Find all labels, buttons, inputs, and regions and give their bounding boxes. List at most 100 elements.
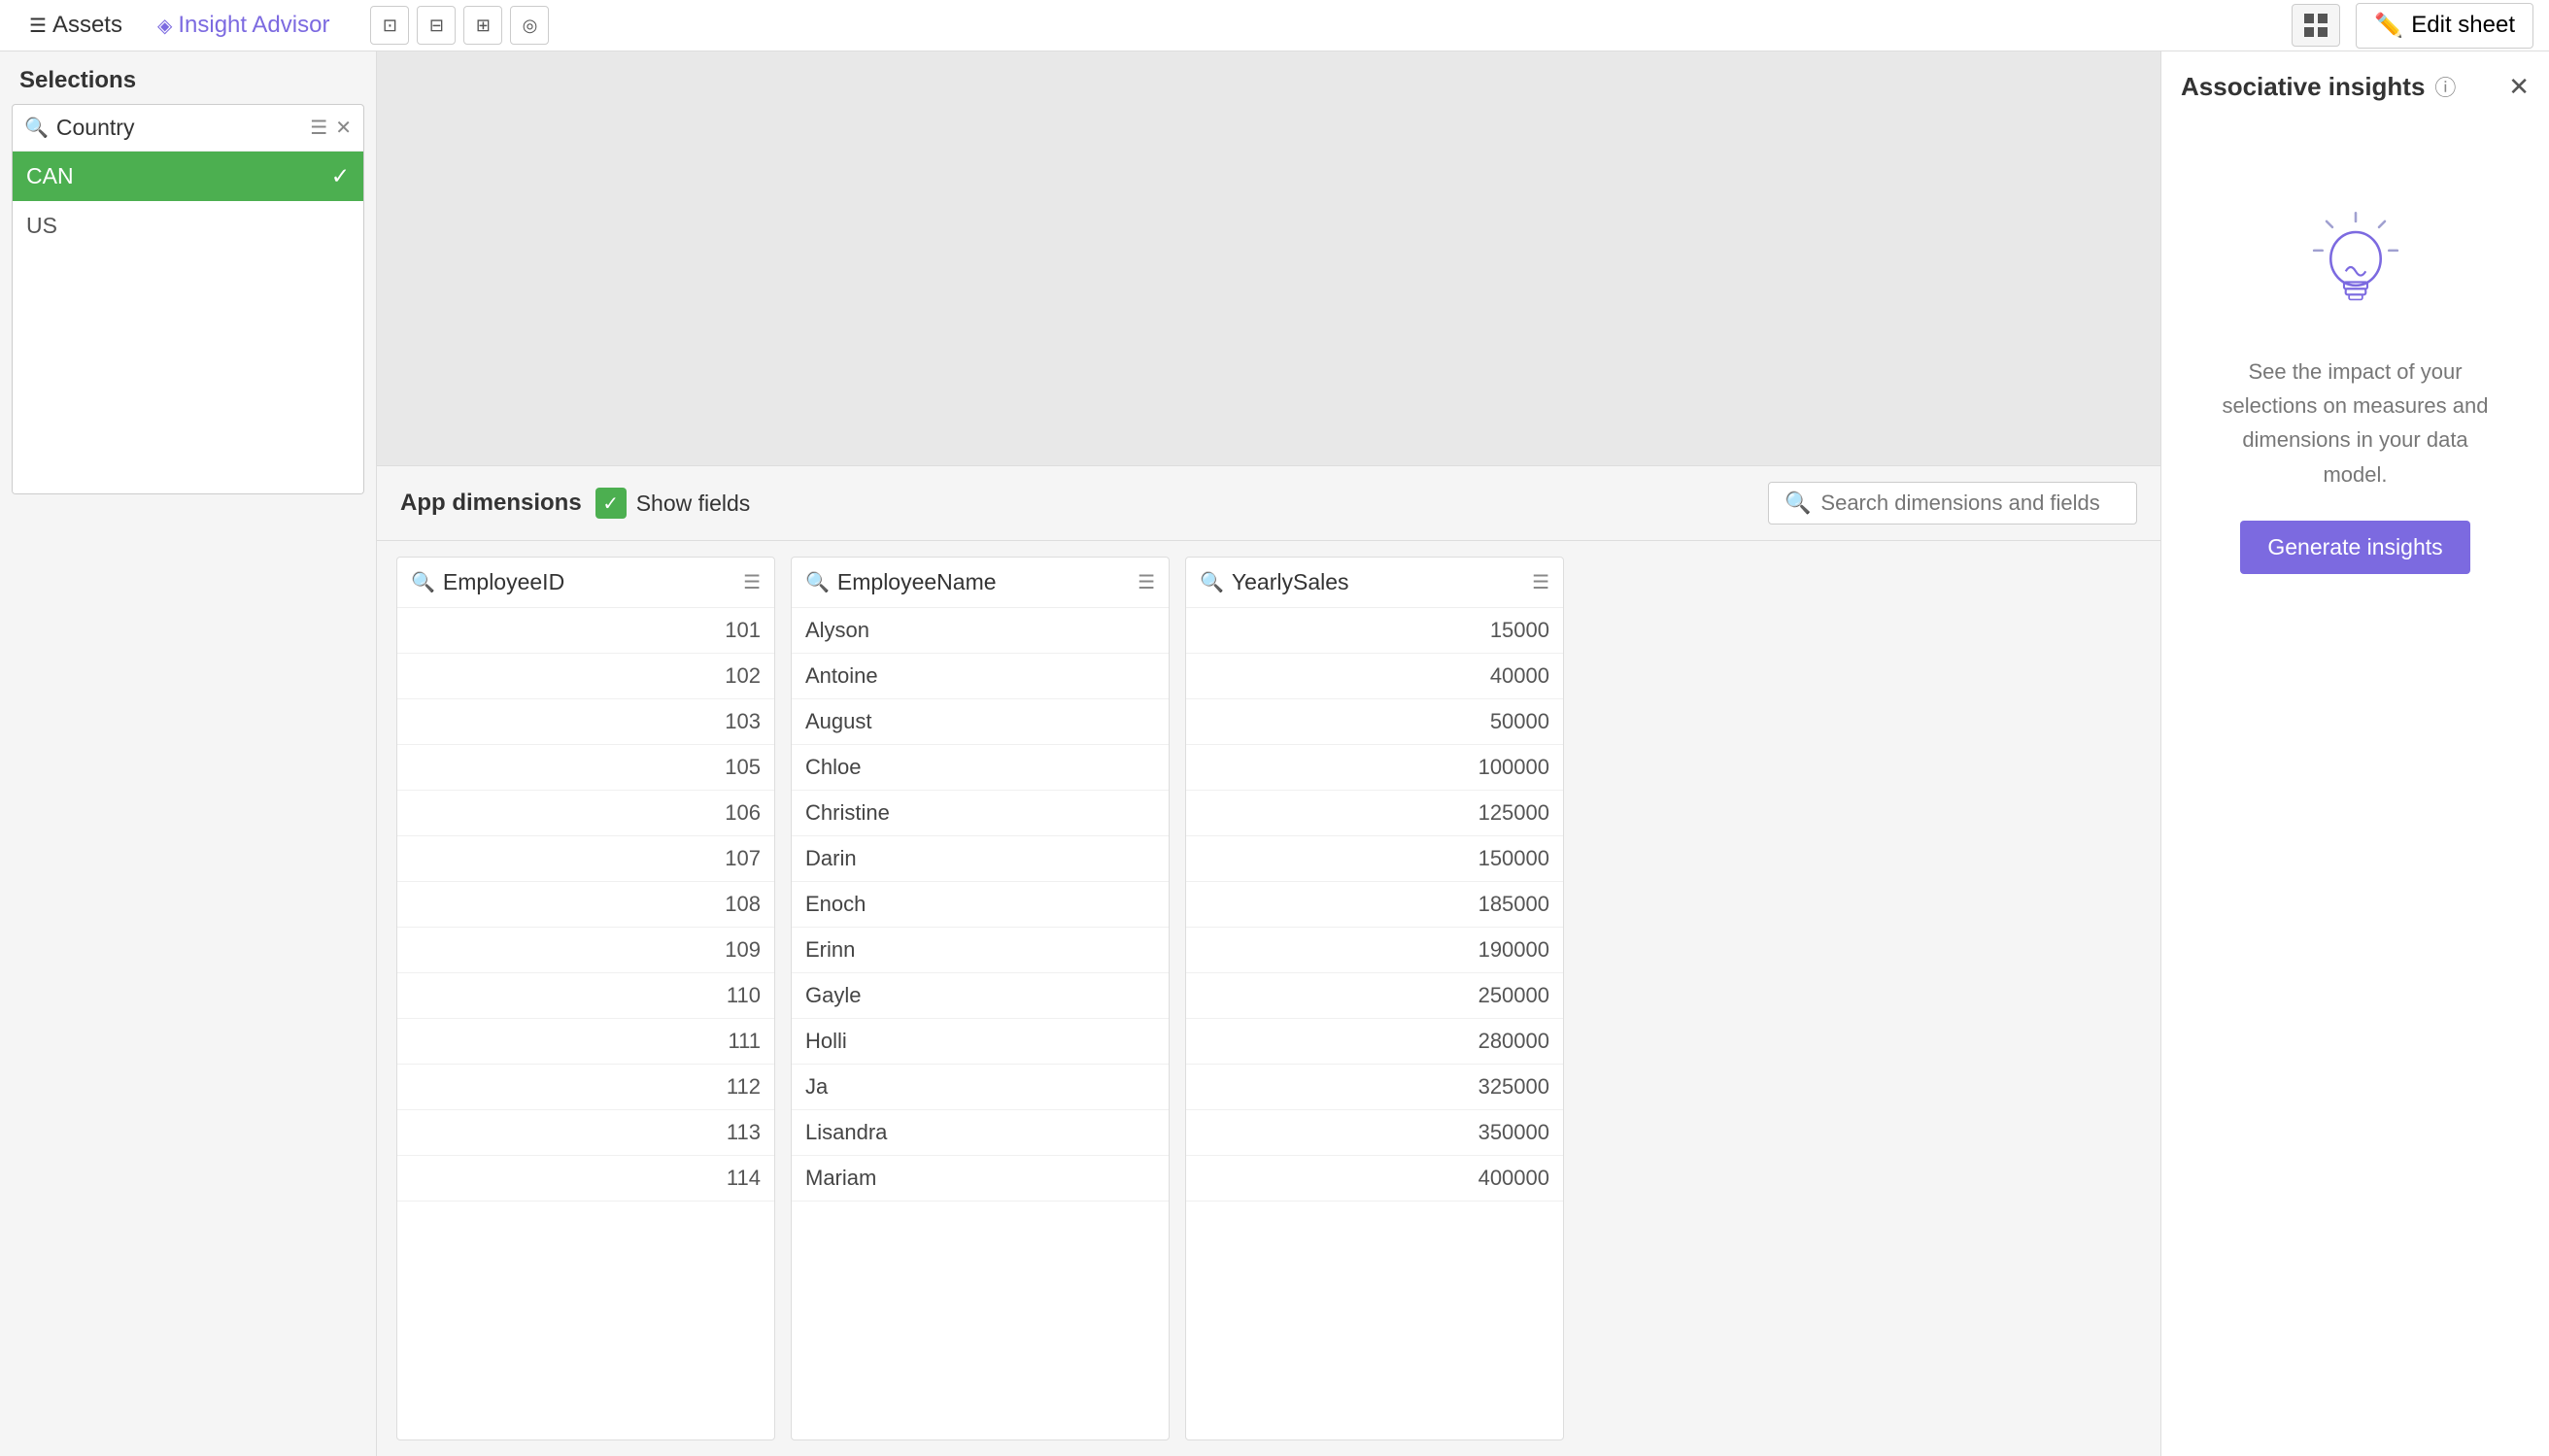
employee-name-header: 🔍 EmployeeName ☰ xyxy=(792,558,1169,608)
edit-sheet-button[interactable]: ✏️ Edit sheet xyxy=(2356,3,2533,49)
dimensions-area: App dimensions ✓ Show fields 🔍 🔍 Employe… xyxy=(377,465,2160,1456)
list-item[interactable]: Lisandra xyxy=(792,1110,1169,1156)
filter-close-icon[interactable]: ✕ xyxy=(335,116,352,140)
right-panel-body: See the impact of your selections on mea… xyxy=(2181,131,2530,574)
insight-advisor-icon: ◈ xyxy=(157,14,172,38)
list-item[interactable]: 190000 xyxy=(1186,928,1563,973)
filter-item-us[interactable]: US xyxy=(13,201,363,251)
generate-insights-button[interactable]: Generate insights xyxy=(2240,521,2469,574)
list-item[interactable]: Enoch xyxy=(792,882,1169,928)
list-item[interactable]: 350000 xyxy=(1186,1110,1563,1156)
employee-id-search-icon: 🔍 xyxy=(411,570,435,594)
filter-search-icon: 🔍 xyxy=(24,116,49,140)
list-item[interactable]: 400000 xyxy=(1186,1156,1563,1202)
right-panel: Associative insights ⓘ ✕ xyxy=(2160,51,2549,1456)
topbar-left: ☰ Assets ◈ Insight Advisor ⊡ ⊟ ⊞ ◎ xyxy=(16,6,549,45)
search-dims-icon: 🔍 xyxy=(1784,491,1811,516)
tab-insight-advisor[interactable]: ◈ Insight Advisor xyxy=(144,6,343,45)
right-panel-header: Associative insights ⓘ ✕ xyxy=(2181,71,2530,102)
list-item[interactable]: 50000 xyxy=(1186,699,1563,745)
right-panel-title-row: Associative insights ⓘ xyxy=(2181,71,2456,102)
filter-list-icon[interactable]: ☰ xyxy=(310,116,327,140)
list-item[interactable]: Darin xyxy=(792,836,1169,882)
lightbulb-icon xyxy=(2297,209,2414,325)
list-item[interactable]: 103 xyxy=(397,699,774,745)
dimensions-header: App dimensions ✓ Show fields 🔍 xyxy=(377,466,2160,541)
edit-sheet-label: Edit sheet xyxy=(2411,12,2515,39)
rect-select-icon[interactable]: ⊟ xyxy=(417,6,456,45)
employee-id-column: 🔍 EmployeeID ☰ 101 102 103 105 106 107 1… xyxy=(396,557,775,1440)
list-item[interactable]: 40000 xyxy=(1186,654,1563,699)
yearly-sales-search-icon: 🔍 xyxy=(1200,570,1224,594)
employee-name-title: EmployeeName xyxy=(837,569,1130,595)
list-item[interactable]: 109 xyxy=(397,928,774,973)
target-icon[interactable]: ◎ xyxy=(510,6,549,45)
list-item[interactable]: 114 xyxy=(397,1156,774,1202)
list-item[interactable]: 100000 xyxy=(1186,745,1563,791)
circle-select-icon[interactable]: ⊞ xyxy=(463,6,502,45)
lasso-select-icon[interactable]: ⊡ xyxy=(370,6,409,45)
list-item[interactable]: Alyson xyxy=(792,608,1169,654)
employee-name-menu-icon[interactable]: ☰ xyxy=(1138,570,1155,594)
left-panel: Selections 🔍 Country ☰ ✕ CAN ✓ US xyxy=(0,51,377,1456)
search-dimensions-box[interactable]: 🔍 xyxy=(1768,482,2137,525)
list-item[interactable]: August xyxy=(792,699,1169,745)
list-item[interactable]: Christine xyxy=(792,791,1169,836)
close-panel-icon[interactable]: ✕ xyxy=(2508,72,2530,102)
list-item[interactable]: 185000 xyxy=(1186,882,1563,928)
list-item[interactable]: 102 xyxy=(397,654,774,699)
filter-header: 🔍 Country ☰ ✕ xyxy=(13,105,363,152)
country-filter-title: Country xyxy=(56,115,302,141)
list-item[interactable]: Antoine xyxy=(792,654,1169,699)
associative-insights-description: See the impact of your selections on mea… xyxy=(2210,355,2501,491)
country-filter-box: 🔍 Country ☰ ✕ CAN ✓ US xyxy=(12,104,364,494)
list-item[interactable]: 325000 xyxy=(1186,1065,1563,1110)
search-dimensions-input[interactable] xyxy=(1820,491,2121,516)
main-area: Selections 🔍 Country ☰ ✕ CAN ✓ US xyxy=(0,51,2549,1456)
list-item[interactable]: 111 xyxy=(397,1019,774,1065)
list-item[interactable]: 250000 xyxy=(1186,973,1563,1019)
employee-id-title: EmployeeID xyxy=(443,569,735,595)
checkmark-icon: ✓ xyxy=(331,163,350,189)
employee-id-body: 101 102 103 105 106 107 108 109 110 111 … xyxy=(397,608,774,1439)
list-item[interactable]: 15000 xyxy=(1186,608,1563,654)
assets-icon: ☰ xyxy=(29,14,47,38)
info-icon[interactable]: ⓘ xyxy=(2434,71,2456,102)
list-item[interactable]: Gayle xyxy=(792,973,1169,1019)
list-item[interactable]: 125000 xyxy=(1186,791,1563,836)
associative-insights-title: Associative insights xyxy=(2181,72,2425,102)
list-item[interactable]: 101 xyxy=(397,608,774,654)
list-item[interactable]: 108 xyxy=(397,882,774,928)
list-item[interactable]: 106 xyxy=(397,791,774,836)
topbar-right: ✏️ Edit sheet xyxy=(2292,3,2533,49)
tab-assets[interactable]: ☰ Assets xyxy=(16,6,136,45)
list-item[interactable]: 150000 xyxy=(1186,836,1563,882)
list-item[interactable]: Holli xyxy=(792,1019,1169,1065)
filter-empty-space xyxy=(13,251,363,493)
employee-id-menu-icon[interactable]: ☰ xyxy=(743,570,761,594)
filter-item-can[interactable]: CAN ✓ xyxy=(13,152,363,201)
employee-name-search-icon: 🔍 xyxy=(805,570,830,594)
show-fields-label: Show fields xyxy=(636,491,751,517)
yearly-sales-menu-icon[interactable]: ☰ xyxy=(1532,570,1549,594)
list-item[interactable]: Ja xyxy=(792,1065,1169,1110)
canvas-area xyxy=(377,51,2160,465)
list-item[interactable]: Mariam xyxy=(792,1156,1169,1202)
list-item[interactable]: 280000 xyxy=(1186,1019,1563,1065)
edit-icon: ✏️ xyxy=(2374,12,2403,40)
employee-name-body: Alyson Antoine August Chloe Christine Da… xyxy=(792,608,1169,1439)
list-item[interactable]: Erinn xyxy=(792,928,1169,973)
yearly-sales-column: 🔍 YearlySales ☰ 15000 40000 50000 100000… xyxy=(1185,557,1564,1440)
list-item[interactable]: 107 xyxy=(397,836,774,882)
list-item[interactable]: Chloe xyxy=(792,745,1169,791)
assets-label: Assets xyxy=(52,12,122,39)
list-item[interactable]: 112 xyxy=(397,1065,774,1110)
grid-view-button[interactable] xyxy=(2292,4,2340,47)
employee-name-column: 🔍 EmployeeName ☰ Alyson Antoine August C… xyxy=(791,557,1170,1440)
list-item[interactable]: 105 xyxy=(397,745,774,791)
list-item[interactable]: 113 xyxy=(397,1110,774,1156)
show-fields-checkbox[interactable]: ✓ xyxy=(595,488,627,519)
list-item[interactable]: 110 xyxy=(397,973,774,1019)
yearly-sales-title: YearlySales xyxy=(1232,569,1524,595)
dimensions-title: App dimensions xyxy=(400,490,582,517)
